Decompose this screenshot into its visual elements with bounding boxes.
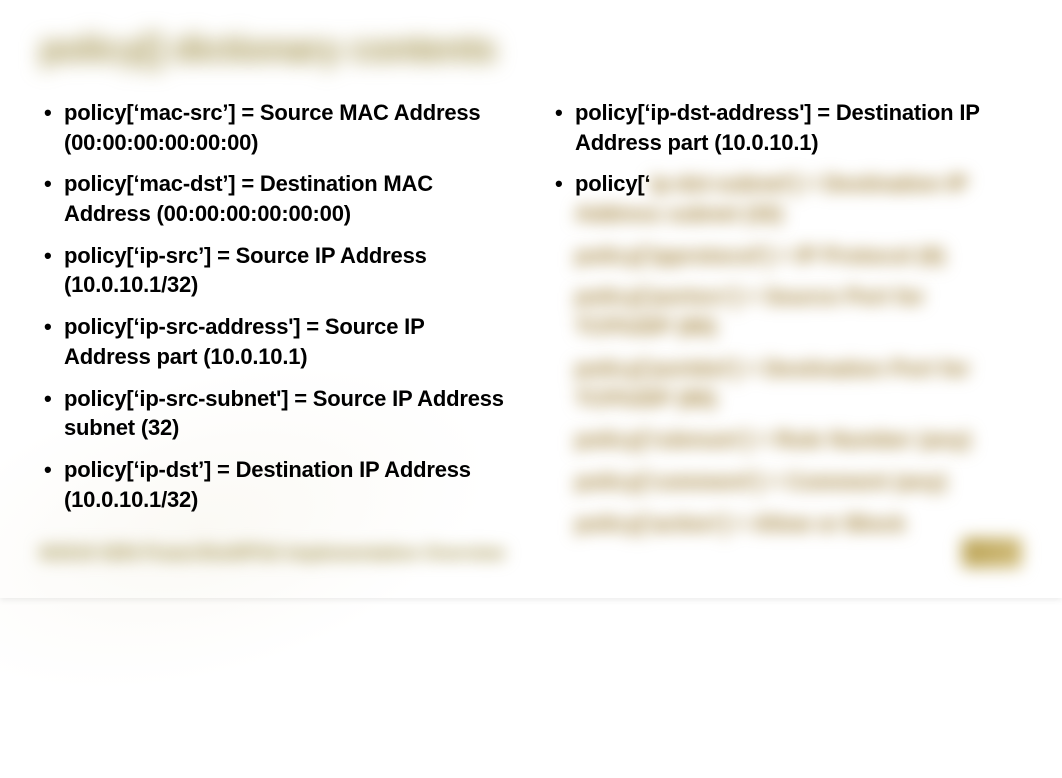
list-item: policy[‘ip-dst-address'] = Destination I… bbox=[551, 98, 1022, 157]
blurred-item: policy['portdst'] = Destination Port for… bbox=[551, 354, 1022, 413]
blurred-item: policy['ipprotocol'] = IP Protocol (6) bbox=[551, 241, 1022, 271]
blurred-item: policy['rulenum'] = Rule Number (any) bbox=[551, 425, 1022, 455]
list-item: policy[‘mac-dst’] = Destination MAC Addr… bbox=[40, 169, 511, 228]
blurred-item: policy['action'] = Allow or Block bbox=[551, 509, 1022, 539]
list-item: policy[‘ip-src’] = Source IP Address (10… bbox=[40, 241, 511, 300]
right-column: policy[‘ip-dst-address'] = Destination I… bbox=[551, 98, 1022, 550]
blurred-item: policy['portsrc'] = Source Port for TCP/… bbox=[551, 282, 1022, 341]
list-item: policy[‘ip-dst’] = Destination IP Addres… bbox=[40, 455, 511, 514]
list-item: policy[‘ip-src-address'] = Source IP Add… bbox=[40, 312, 511, 371]
left-column: policy[‘mac-src’] = Source MAC Address (… bbox=[40, 98, 511, 550]
slide-footer: 8/2019 SDN PowerShell/PSA Implementation… bbox=[40, 538, 1022, 568]
list-item-partial: policy[‘ip-dst-subnet'] = Destination IP… bbox=[551, 169, 1022, 228]
slide: policy[] dictionary contents policy[‘mac… bbox=[0, 0, 1062, 598]
list-item: policy[‘ip-src-subnet'] = Source IP Addr… bbox=[40, 384, 511, 443]
blurred-item: policy['comment'] = Comment (any) bbox=[551, 467, 1022, 497]
content-columns: policy[‘mac-src’] = Source MAC Address (… bbox=[40, 98, 1022, 550]
visible-prefix: policy[‘ bbox=[575, 171, 650, 196]
list-item: policy[‘mac-src’] = Source MAC Address (… bbox=[40, 98, 511, 157]
right-bullet-list: policy[‘ip-dst-address'] = Destination I… bbox=[551, 98, 1022, 229]
footer-logo bbox=[962, 538, 1022, 568]
left-bullet-list: policy[‘mac-src’] = Source MAC Address (… bbox=[40, 98, 511, 514]
footer-text: 8/2019 SDN PowerShell/PSA Implementation… bbox=[40, 543, 505, 564]
slide-title: policy[] dictionary contents bbox=[40, 28, 1022, 70]
